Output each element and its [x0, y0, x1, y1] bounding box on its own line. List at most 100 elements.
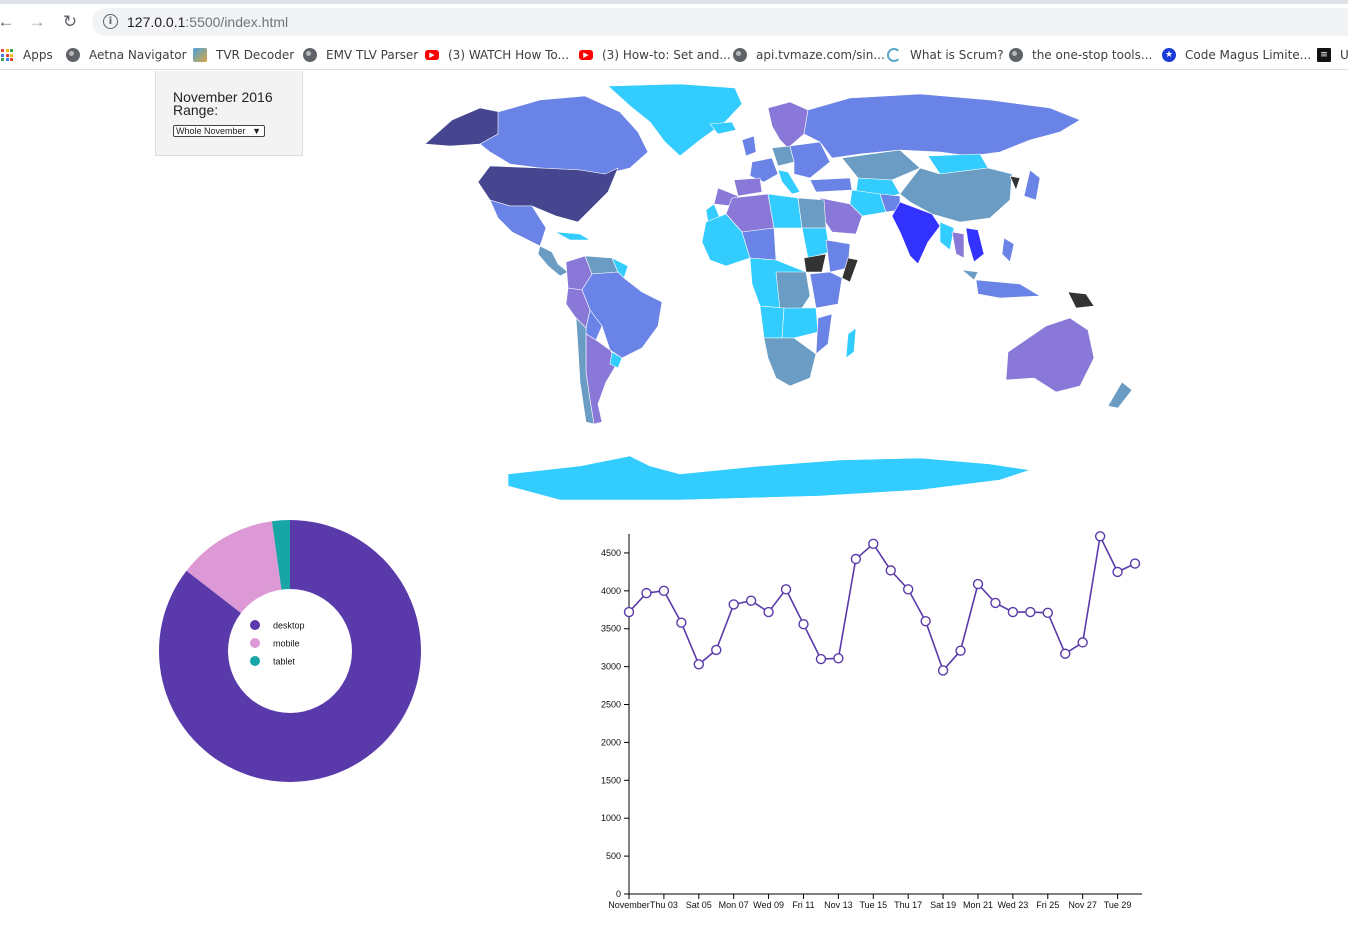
country-vietnam[interactable] — [965, 227, 985, 263]
x-tick-label: Tue 29 — [1104, 900, 1132, 910]
data-point[interactable] — [728, 599, 739, 610]
bookmark-label: TVR Decoder — [216, 48, 295, 62]
country-angola[interactable] — [759, 305, 785, 339]
range-select-value: Whole November — [176, 126, 246, 136]
data-point[interactable] — [641, 587, 652, 599]
country-sudan[interactable] — [801, 227, 831, 259]
data-point[interactable] — [955, 645, 966, 656]
data-point[interactable] — [1077, 637, 1088, 648]
reload-icon[interactable]: ↻ — [60, 12, 80, 32]
data-point[interactable] — [1007, 606, 1019, 618]
data-point[interactable] — [1129, 558, 1141, 569]
back-arrow-icon[interactable]: ← — [0, 12, 16, 32]
bookmark-u[interactable]: ≡ U — [1317, 46, 1348, 64]
data-point[interactable] — [798, 618, 809, 630]
data-point[interactable] — [1025, 606, 1036, 618]
y-tick-label: 4500 — [601, 548, 621, 558]
data-point[interactable] — [868, 538, 879, 550]
address-bar[interactable]: i 127.0.0.1:5500/index.html — [92, 8, 1348, 36]
country-zambia[interactable] — [781, 307, 819, 339]
data-point[interactable] — [658, 585, 670, 597]
country-canada[interactable] — [479, 95, 649, 175]
data-point[interactable] — [972, 578, 984, 590]
range-label: Range: — [173, 102, 219, 118]
country-thailand[interactable] — [951, 231, 965, 259]
range-panel: November 2016 Range: Whole November ▼ — [155, 71, 303, 156]
country-southern-africa[interactable] — [763, 337, 817, 387]
bookmark-youtube-howto[interactable]: ▶ (3) How-to: Set and... — [579, 46, 731, 64]
url-path: :5500/index.html — [185, 14, 289, 30]
country-egypt[interactable] — [797, 197, 827, 229]
country-new-zealand[interactable] — [1107, 381, 1133, 409]
bookmark-code-magus[interactable]: ★ Code Magus Limite... — [1162, 46, 1311, 64]
data-point[interactable] — [990, 597, 1001, 609]
x-tick-label: Wed 09 — [753, 900, 784, 910]
bookmark-emv-tlv-parser[interactable]: EMV TLV Parser — [303, 46, 418, 64]
data-point[interactable] — [693, 659, 704, 670]
country-antarctica[interactable] — [507, 455, 1031, 501]
apps-icon — [0, 48, 14, 62]
country-libya[interactable] — [767, 193, 803, 229]
country-myanmar[interactable] — [939, 221, 955, 251]
y-tick-label: 500 — [606, 851, 621, 861]
country-madagascar[interactable] — [845, 327, 857, 359]
data-points — [623, 531, 1141, 676]
x-tick-label: Nov 27 — [1068, 900, 1097, 910]
data-point[interactable] — [885, 565, 896, 576]
bookmark-youtube-watch[interactable]: ▶ (3) WATCH How To... — [425, 46, 569, 64]
country-indonesia[interactable] — [975, 279, 1041, 299]
country-turkey[interactable] — [809, 177, 853, 193]
data-point[interactable] — [780, 584, 792, 595]
data-point[interactable] — [850, 553, 862, 565]
data-point[interactable] — [815, 653, 827, 665]
country-malaysia[interactable] — [961, 269, 979, 281]
country-russia[interactable] — [803, 93, 1081, 159]
country-uk[interactable] — [741, 135, 757, 157]
country-japan[interactable] — [1023, 169, 1041, 201]
youtube-icon: ▶ — [425, 50, 439, 60]
x-tick-label: Nov 13 — [824, 900, 853, 910]
country-scandinavia[interactable] — [767, 101, 809, 149]
series-line — [628, 533, 1136, 672]
data-point[interactable] — [1042, 607, 1053, 619]
site-info-icon[interactable]: i — [103, 14, 118, 29]
data-point[interactable] — [623, 606, 635, 618]
data-point[interactable] — [937, 665, 949, 676]
country-cuba[interactable] — [554, 231, 591, 241]
data-point[interactable] — [1094, 531, 1106, 542]
country-iceland[interactable] — [709, 121, 737, 135]
bookmark-label: EMV TLV Parser — [326, 48, 419, 62]
country-mozambique[interactable] — [815, 313, 833, 355]
address-url[interactable]: 127.0.0.1:5500/index.html — [127, 14, 288, 30]
bookmark-tvmaze[interactable]: api.tvmaze.com/sin... — [733, 46, 885, 64]
data-point[interactable] — [745, 595, 757, 606]
bookmark-apps[interactable]: Apps — [0, 46, 53, 64]
data-point[interactable] — [902, 584, 914, 595]
donut-segments — [158, 520, 421, 782]
data-point[interactable] — [763, 606, 774, 618]
browser-toolbar: ← → ↻ i 127.0.0.1:5500/index.html — [0, 4, 1348, 38]
country-east-africa[interactable] — [809, 271, 843, 309]
data-point[interactable] — [920, 615, 931, 627]
bookmark-what-is-scrum[interactable]: What is Scrum? — [887, 46, 1004, 64]
country-australia[interactable] — [1005, 317, 1095, 393]
bookmark-aetna-navigator[interactable]: Aetna Navigator — [66, 46, 187, 64]
y-tick-label: 0 — [616, 889, 621, 899]
range-select[interactable]: Whole November ▼ — [173, 125, 265, 137]
world-map[interactable] — [380, 82, 1170, 504]
bookmark-tvr-decoder[interactable]: TVR Decoder — [193, 46, 294, 64]
country-papua-new-guinea[interactable] — [1067, 291, 1095, 309]
data-point[interactable] — [676, 617, 687, 628]
y-tick-label: 4000 — [601, 586, 621, 596]
country-spain[interactable] — [733, 177, 763, 197]
data-point[interactable] — [1112, 566, 1123, 578]
country-philippines[interactable] — [1001, 237, 1015, 263]
forward-arrow-icon[interactable]: → — [27, 12, 47, 32]
data-point[interactable] — [1060, 648, 1071, 659]
bookmark-one-stop-tools[interactable]: the one-stop tools... — [1009, 46, 1152, 64]
country-south-sudan[interactable] — [803, 253, 827, 273]
country-central-america[interactable] — [537, 245, 569, 277]
data-point[interactable] — [711, 644, 722, 656]
data-point[interactable] — [833, 653, 844, 664]
chart-axes: 0 500 1000 1500 2000 2500 3000 3500 4000 4500 Nove… — [601, 534, 1142, 910]
